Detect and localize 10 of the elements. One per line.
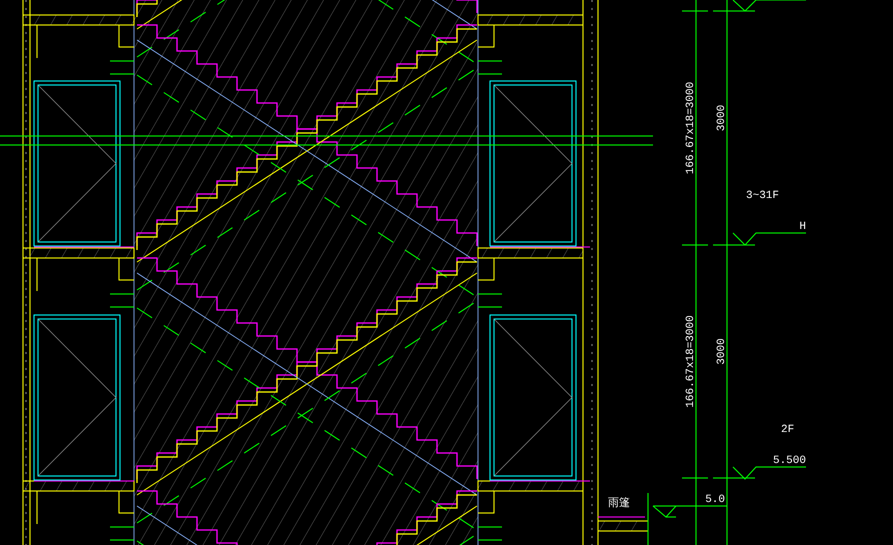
floor-label: 2F — [781, 424, 794, 436]
elevation-text: H — [799, 221, 806, 233]
dimension-text: 3000 — [716, 104, 728, 132]
canopy-label: 雨篷 — [608, 498, 630, 510]
dimension-text: 3000 — [716, 338, 728, 365]
dimension-text: 166.67x18=3000 — [685, 82, 697, 174]
floor-label: 3~31F — [746, 190, 780, 202]
elevation-text: 5.500 — [772, 455, 806, 467]
dimension-text: 166.67x18=3000 — [685, 315, 697, 408]
elevation-text: 5.0 — [705, 494, 725, 506]
